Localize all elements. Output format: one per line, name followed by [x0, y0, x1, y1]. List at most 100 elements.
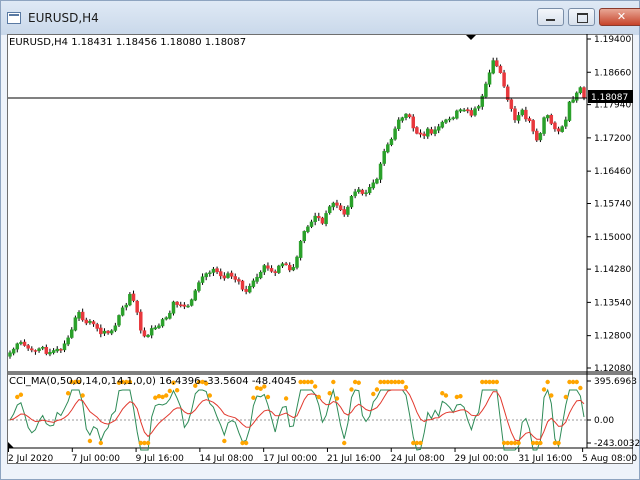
candle-body [371, 182, 376, 189]
price-chart-svg[interactable]: 1.194001.186601.179401.172001.164601.157… [0, 0, 640, 480]
candle-body [266, 265, 270, 269]
price-tick-label: 1.14280 [594, 265, 631, 275]
candle-body [208, 272, 212, 274]
cci-tick-label: -243.0032 [594, 439, 640, 449]
cci-dot [18, 392, 24, 397]
candle-body [484, 83, 488, 97]
cci-dot [265, 394, 271, 400]
candle-body [226, 273, 230, 278]
candle-body [574, 92, 579, 101]
cci-dot [342, 440, 347, 446]
candle-body [556, 128, 561, 132]
candle-body [426, 128, 430, 137]
candle-body [142, 330, 147, 337]
candle-body [251, 280, 256, 287]
cci-dot [65, 391, 71, 396]
chart-ohlc-header: EURUSD,H4 1.18431 1.18456 1.18080 1.1808… [9, 37, 247, 48]
time-tick-label: 17 Jul 00:00 [263, 454, 317, 464]
cci-dot [541, 387, 547, 392]
candle-body [462, 109, 466, 112]
price-tick-label: 1.15740 [594, 200, 631, 210]
candle-body [422, 133, 426, 136]
candle-body [375, 178, 379, 184]
candle-body [139, 311, 143, 331]
candle-body [277, 265, 281, 273]
candle-body [193, 290, 198, 301]
candle-body [509, 99, 514, 109]
cci-dot [516, 440, 521, 446]
candle-body [313, 215, 317, 223]
candle-body [269, 268, 274, 272]
candle-body [258, 272, 263, 279]
candle-body [15, 343, 20, 350]
cci-dot [440, 391, 445, 396]
cci-dot [331, 379, 336, 385]
candle-body [33, 350, 38, 352]
candle-body [291, 267, 296, 271]
candle-body [429, 129, 434, 134]
candle-body [364, 192, 368, 194]
price-tick-label: 1.15000 [594, 233, 631, 243]
candle-body [524, 109, 528, 120]
candle-body [66, 337, 70, 345]
cci-dot [549, 393, 554, 398]
time-tick-label: 2 Jul 2020 [8, 454, 53, 464]
candle-body [516, 115, 521, 121]
cci-dot [312, 384, 318, 389]
candle-body [120, 307, 125, 316]
cci-dot [443, 393, 449, 398]
candle-body [400, 117, 405, 121]
candle-body [222, 275, 227, 279]
candle-body [178, 304, 183, 306]
cci-dot [352, 379, 358, 385]
candle-body [273, 271, 277, 273]
candle-body [476, 106, 481, 109]
candle-body [62, 343, 67, 351]
candle-body [335, 202, 339, 206]
candle-body [542, 117, 546, 134]
candle-body [80, 311, 85, 321]
candle-body [582, 87, 586, 99]
candle-body [26, 345, 30, 349]
scroll-marker-triangle[interactable] [466, 35, 476, 40]
candle-body [433, 129, 437, 134]
candle-body [280, 263, 285, 267]
cci-dot [538, 440, 543, 446]
candle-body [200, 276, 205, 283]
candle-body [175, 301, 179, 305]
candle-body [520, 109, 524, 116]
candle-body [229, 272, 234, 277]
candle-body [197, 282, 201, 291]
cci-dot [454, 394, 460, 400]
price-tick-label: 1.19400 [594, 35, 631, 45]
cci-dot [98, 440, 104, 446]
cci-dot [349, 387, 354, 392]
candle-body [535, 130, 539, 141]
candle-body [411, 116, 416, 129]
candle-body [51, 350, 56, 353]
cci-dot [207, 393, 213, 398]
candle-body [404, 113, 408, 118]
candle-body [128, 294, 132, 306]
candle-body [487, 72, 492, 85]
candle-body [124, 304, 129, 308]
time-tick-label: 21 Jul 16:00 [327, 454, 381, 464]
candle-body [287, 264, 292, 271]
cci-dot [243, 440, 249, 446]
cci-dot [545, 379, 550, 385]
candle-body [182, 304, 187, 307]
candle-body [465, 109, 470, 112]
cci-dot [174, 388, 180, 393]
shift-marker-triangle[interactable] [8, 442, 14, 448]
candle-body [306, 226, 310, 232]
candle-body [451, 117, 455, 119]
candle-body [113, 325, 118, 331]
candle-body [440, 121, 445, 128]
cci-dot [458, 394, 463, 399]
time-tick-label: 14 Jul 08:00 [199, 454, 253, 464]
candle-body [418, 132, 423, 135]
cci-dot [222, 438, 227, 444]
candle-body [331, 202, 336, 208]
candle-body [233, 276, 237, 280]
candle-body [378, 163, 383, 180]
